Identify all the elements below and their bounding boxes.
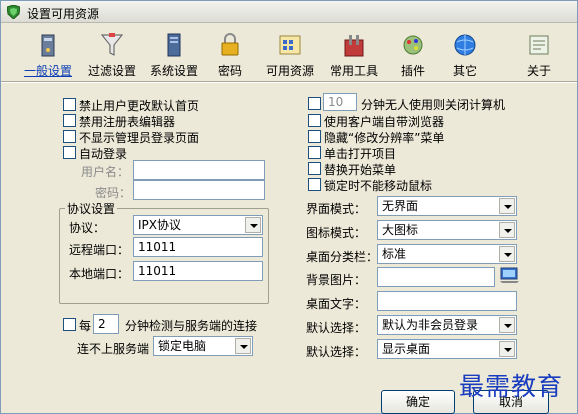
disconnect-label: 连不上服务端 [77,342,150,356]
title-bar: 设置可用资源 [1,1,577,23]
default-select-1-label: 默认选择： [306,321,367,335]
default-select-2-label: 默认选择： [306,345,367,359]
chevron-down-icon[interactable] [499,317,515,333]
system-settings-icon [167,33,181,57]
default-view-select[interactable]: 显示桌面 [377,339,517,359]
window-title: 设置可用资源 [27,7,100,21]
resources-icon [279,35,301,55]
watermark-text: 最需教育 [459,372,564,401]
hide-admin-login-checkbox[interactable] [63,130,76,143]
tab-common-tools[interactable]: 常用工具 [325,28,383,80]
check-connection-checkbox[interactable] [63,318,76,331]
idle-minutes-input[interactable]: 10 [323,93,357,111]
settings-window: 设置可用资源 一般设置 过滤设置 系统设置 密码 可用资源 常用工具 插件 其它… [0,0,578,414]
hide-resolution-menu-checkbox[interactable] [308,130,321,143]
hide-admin-login-label: 不显示管理员登录页面 [79,131,200,145]
tab-about[interactable]: 关于 [521,28,557,80]
chevron-down-icon[interactable] [499,246,515,262]
tools-icon [344,35,364,57]
tab-general-settings[interactable]: 一般设置 [19,28,77,80]
remote-port-input[interactable]: 11011 [133,237,263,257]
local-port-label: 本地端口： [69,267,130,281]
globe-icon [454,34,476,56]
tab-plugins[interactable]: 插件 [393,28,433,80]
shield-icon [7,5,20,19]
tab-system-settings[interactable]: 系统设置 [145,28,203,80]
toolbar: 一般设置 过滤设置 系统设置 密码 可用资源 常用工具 插件 其它 关于 [1,24,577,82]
chevron-down-icon[interactable] [245,217,261,233]
disconnect-action-select[interactable]: 锁定电脑 [153,336,253,356]
disable-regedit-label: 禁用注册表编辑器 [79,115,176,129]
idle-shutdown-checkbox[interactable] [308,97,321,110]
chevron-down-icon[interactable] [499,222,515,238]
password-label: 密码： [95,186,132,200]
hide-resolution-menu-label: 隐藏“修改分辨率”菜单 [324,131,445,145]
idle-shutdown-label: 分钟无人使用则关闭计算机 [361,98,506,112]
desktop-category-label: 桌面分类栏： [306,250,379,264]
tab-password[interactable]: 密码 [209,28,251,80]
username-input[interactable] [133,160,265,180]
protocol-label: 协议： [69,221,106,235]
disable-homepage-change-checkbox[interactable] [63,98,76,111]
replace-start-menu-checkbox[interactable] [308,162,321,175]
auto-login-checkbox[interactable] [63,146,76,159]
use-builtin-browser-label: 使用客户端自带浏览器 [324,115,445,129]
replace-start-menu-label: 替换开始菜单 [324,163,397,177]
single-click-open-checkbox[interactable] [308,146,321,159]
desktop-text-label: 桌面文字： [306,297,367,311]
chevron-down-icon[interactable] [235,338,251,354]
chevron-down-icon[interactable] [499,341,515,357]
lock-mouse-label: 锁定时不能移动鼠标 [324,179,433,193]
tab-other[interactable]: 其它 [445,28,485,80]
disable-regedit-checkbox[interactable] [63,114,76,127]
icon-mode-label: 图标模式： [306,226,367,240]
about-icon [529,35,549,55]
desktop-text-input[interactable] [377,291,517,311]
username-label: 用户名： [81,165,130,179]
interface-mode-select[interactable]: 无界面 [377,196,517,216]
check-every-suffix: 分钟检测与服务端的连接 [125,319,258,333]
protocol-settings-title: 协议设置 [65,200,118,217]
single-click-open-label: 单击打开项目 [324,147,397,161]
protocol-select[interactable]: IPX协议 [133,215,263,235]
desktop-category-select[interactable]: 标准 [377,244,517,264]
local-port-input[interactable]: 11011 [133,261,263,281]
background-image-input[interactable] [377,267,495,287]
disable-homepage-change-label: 禁止用户更改默认首页 [79,99,200,113]
interface-mode-label: 界面模式： [306,202,367,216]
use-builtin-browser-checkbox[interactable] [308,114,321,127]
check-every-label: 每 [79,319,92,333]
default-login-select[interactable]: 默认为非会员登录 [377,315,517,335]
filter-settings-icon [100,33,124,56]
remote-port-label: 远程端口： [69,243,130,257]
browse-image-icon[interactable] [499,263,521,285]
tab-available-resources[interactable]: 可用资源 [261,28,319,80]
check-interval-input[interactable]: 2 [93,314,119,334]
ok-button[interactable]: 确定 [381,390,455,414]
icon-mode-select[interactable]: 大图标 [377,220,517,240]
password-input[interactable] [133,180,265,200]
lock-icon [221,33,239,56]
chevron-down-icon[interactable] [499,198,515,214]
auto-login-label: 自动登录 [79,147,128,161]
tab-filter-settings[interactable]: 过滤设置 [83,28,141,80]
toolbar-divider [1,81,577,83]
background-image-label: 背景图片： [306,273,367,287]
lock-mouse-checkbox[interactable] [308,178,321,191]
general-settings-icon [41,34,55,57]
plugin-icon [403,35,423,55]
